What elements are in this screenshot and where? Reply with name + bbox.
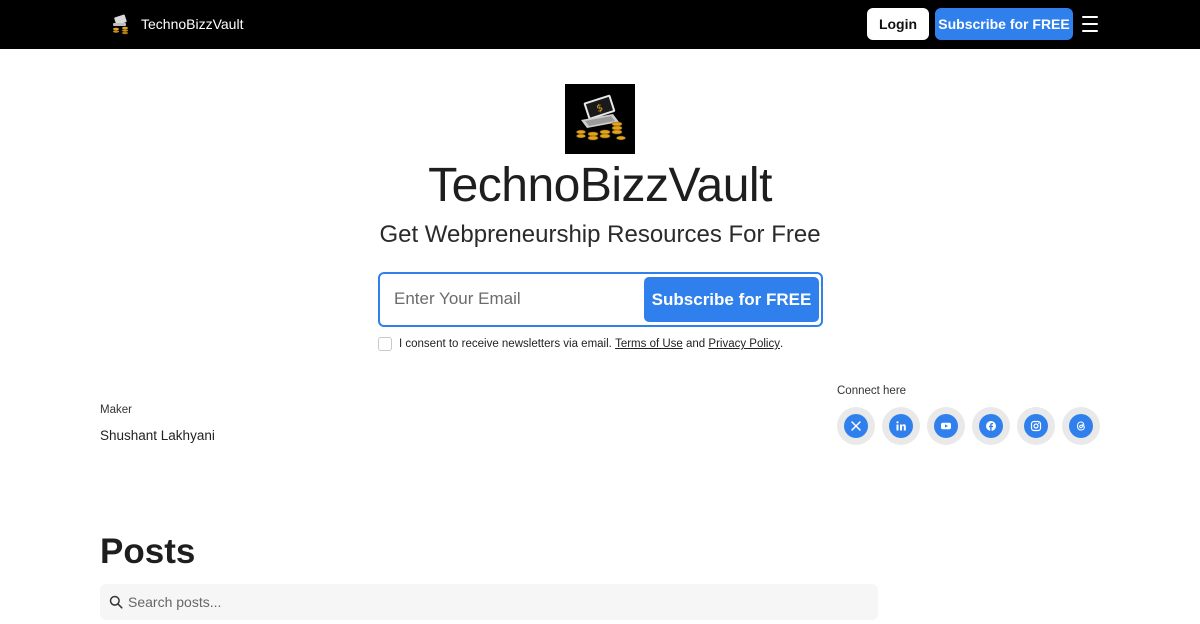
publication-tagline: Get Webpreneurship Resources For Free bbox=[379, 221, 821, 248]
login-button[interactable]: Login bbox=[867, 8, 929, 40]
privacy-link[interactable]: Privacy Policy bbox=[708, 338, 780, 350]
connect-label: Connect here bbox=[837, 385, 907, 397]
consent-and: and bbox=[686, 338, 706, 350]
brand-name: TechnoBizzVault bbox=[141, 16, 244, 32]
consent-text: I consent to receive newsletters via ema… bbox=[399, 338, 612, 350]
consent-period: . bbox=[779, 338, 784, 350]
hamburger-menu-icon[interactable] bbox=[1080, 14, 1100, 34]
email-input[interactable] bbox=[382, 276, 640, 322]
laptop-coins-icon: $ bbox=[565, 84, 635, 154]
linkedin-icon bbox=[889, 414, 913, 438]
facebook-icon bbox=[979, 414, 1003, 438]
consent-row: I consent to receive newsletters via ema… bbox=[378, 336, 783, 352]
subscribe-button[interactable]: Subscribe for FREE bbox=[644, 277, 819, 322]
linkedin-social-link[interactable] bbox=[882, 407, 920, 445]
top-navbar: TechnoBizzVault Login Subscribe for FREE bbox=[0, 0, 1200, 49]
maker-label: Maker bbox=[100, 404, 132, 416]
header-subscribe-button[interactable]: Subscribe for FREE bbox=[935, 8, 1073, 40]
brand-link[interactable]: TechnoBizzVault bbox=[110, 12, 243, 36]
subscribe-form: Subscribe for FREE bbox=[378, 272, 823, 327]
threads-social-link[interactable] bbox=[1062, 407, 1100, 445]
facebook-social-link[interactable] bbox=[972, 407, 1010, 445]
search-input[interactable] bbox=[128, 584, 868, 620]
terms-link[interactable]: Terms of Use bbox=[615, 338, 683, 350]
threads-icon bbox=[1069, 414, 1093, 438]
search-icon bbox=[109, 595, 123, 609]
consent-checkbox[interactable] bbox=[378, 337, 392, 351]
x-social-link[interactable] bbox=[837, 407, 875, 445]
posts-heading: Posts bbox=[100, 532, 196, 571]
youtube-icon bbox=[934, 414, 958, 438]
instagram-icon bbox=[1024, 414, 1048, 438]
instagram-social-link[interactable] bbox=[1017, 407, 1055, 445]
publication-logo: $ bbox=[565, 84, 635, 154]
youtube-social-link[interactable] bbox=[927, 407, 965, 445]
x-icon bbox=[844, 414, 868, 438]
publication-title: TechnoBizzVault bbox=[428, 159, 772, 212]
maker-name[interactable]: Shushant Lakhyani bbox=[100, 428, 215, 443]
brand-logo-icon bbox=[113, 14, 128, 35]
posts-search-bar bbox=[100, 584, 878, 620]
